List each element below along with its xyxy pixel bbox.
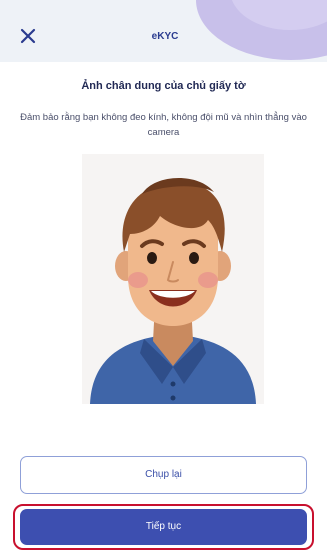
header-title: eKYC <box>151 31 179 42</box>
portrait-image <box>82 154 264 404</box>
app-header: eKYC <box>0 0 327 62</box>
continue-button[interactable]: Tiếp tục <box>20 509 307 545</box>
close-icon[interactable] <box>18 26 38 46</box>
instruction-text: Đảm bảo rằng bạn không đeo kính, không đ… <box>20 112 307 138</box>
person-portrait-illustration <box>82 154 264 404</box>
retake-button[interactable]: Chụp lại <box>20 456 307 494</box>
page-title: Ảnh chân dung của chủ giấy tờ <box>81 80 246 92</box>
